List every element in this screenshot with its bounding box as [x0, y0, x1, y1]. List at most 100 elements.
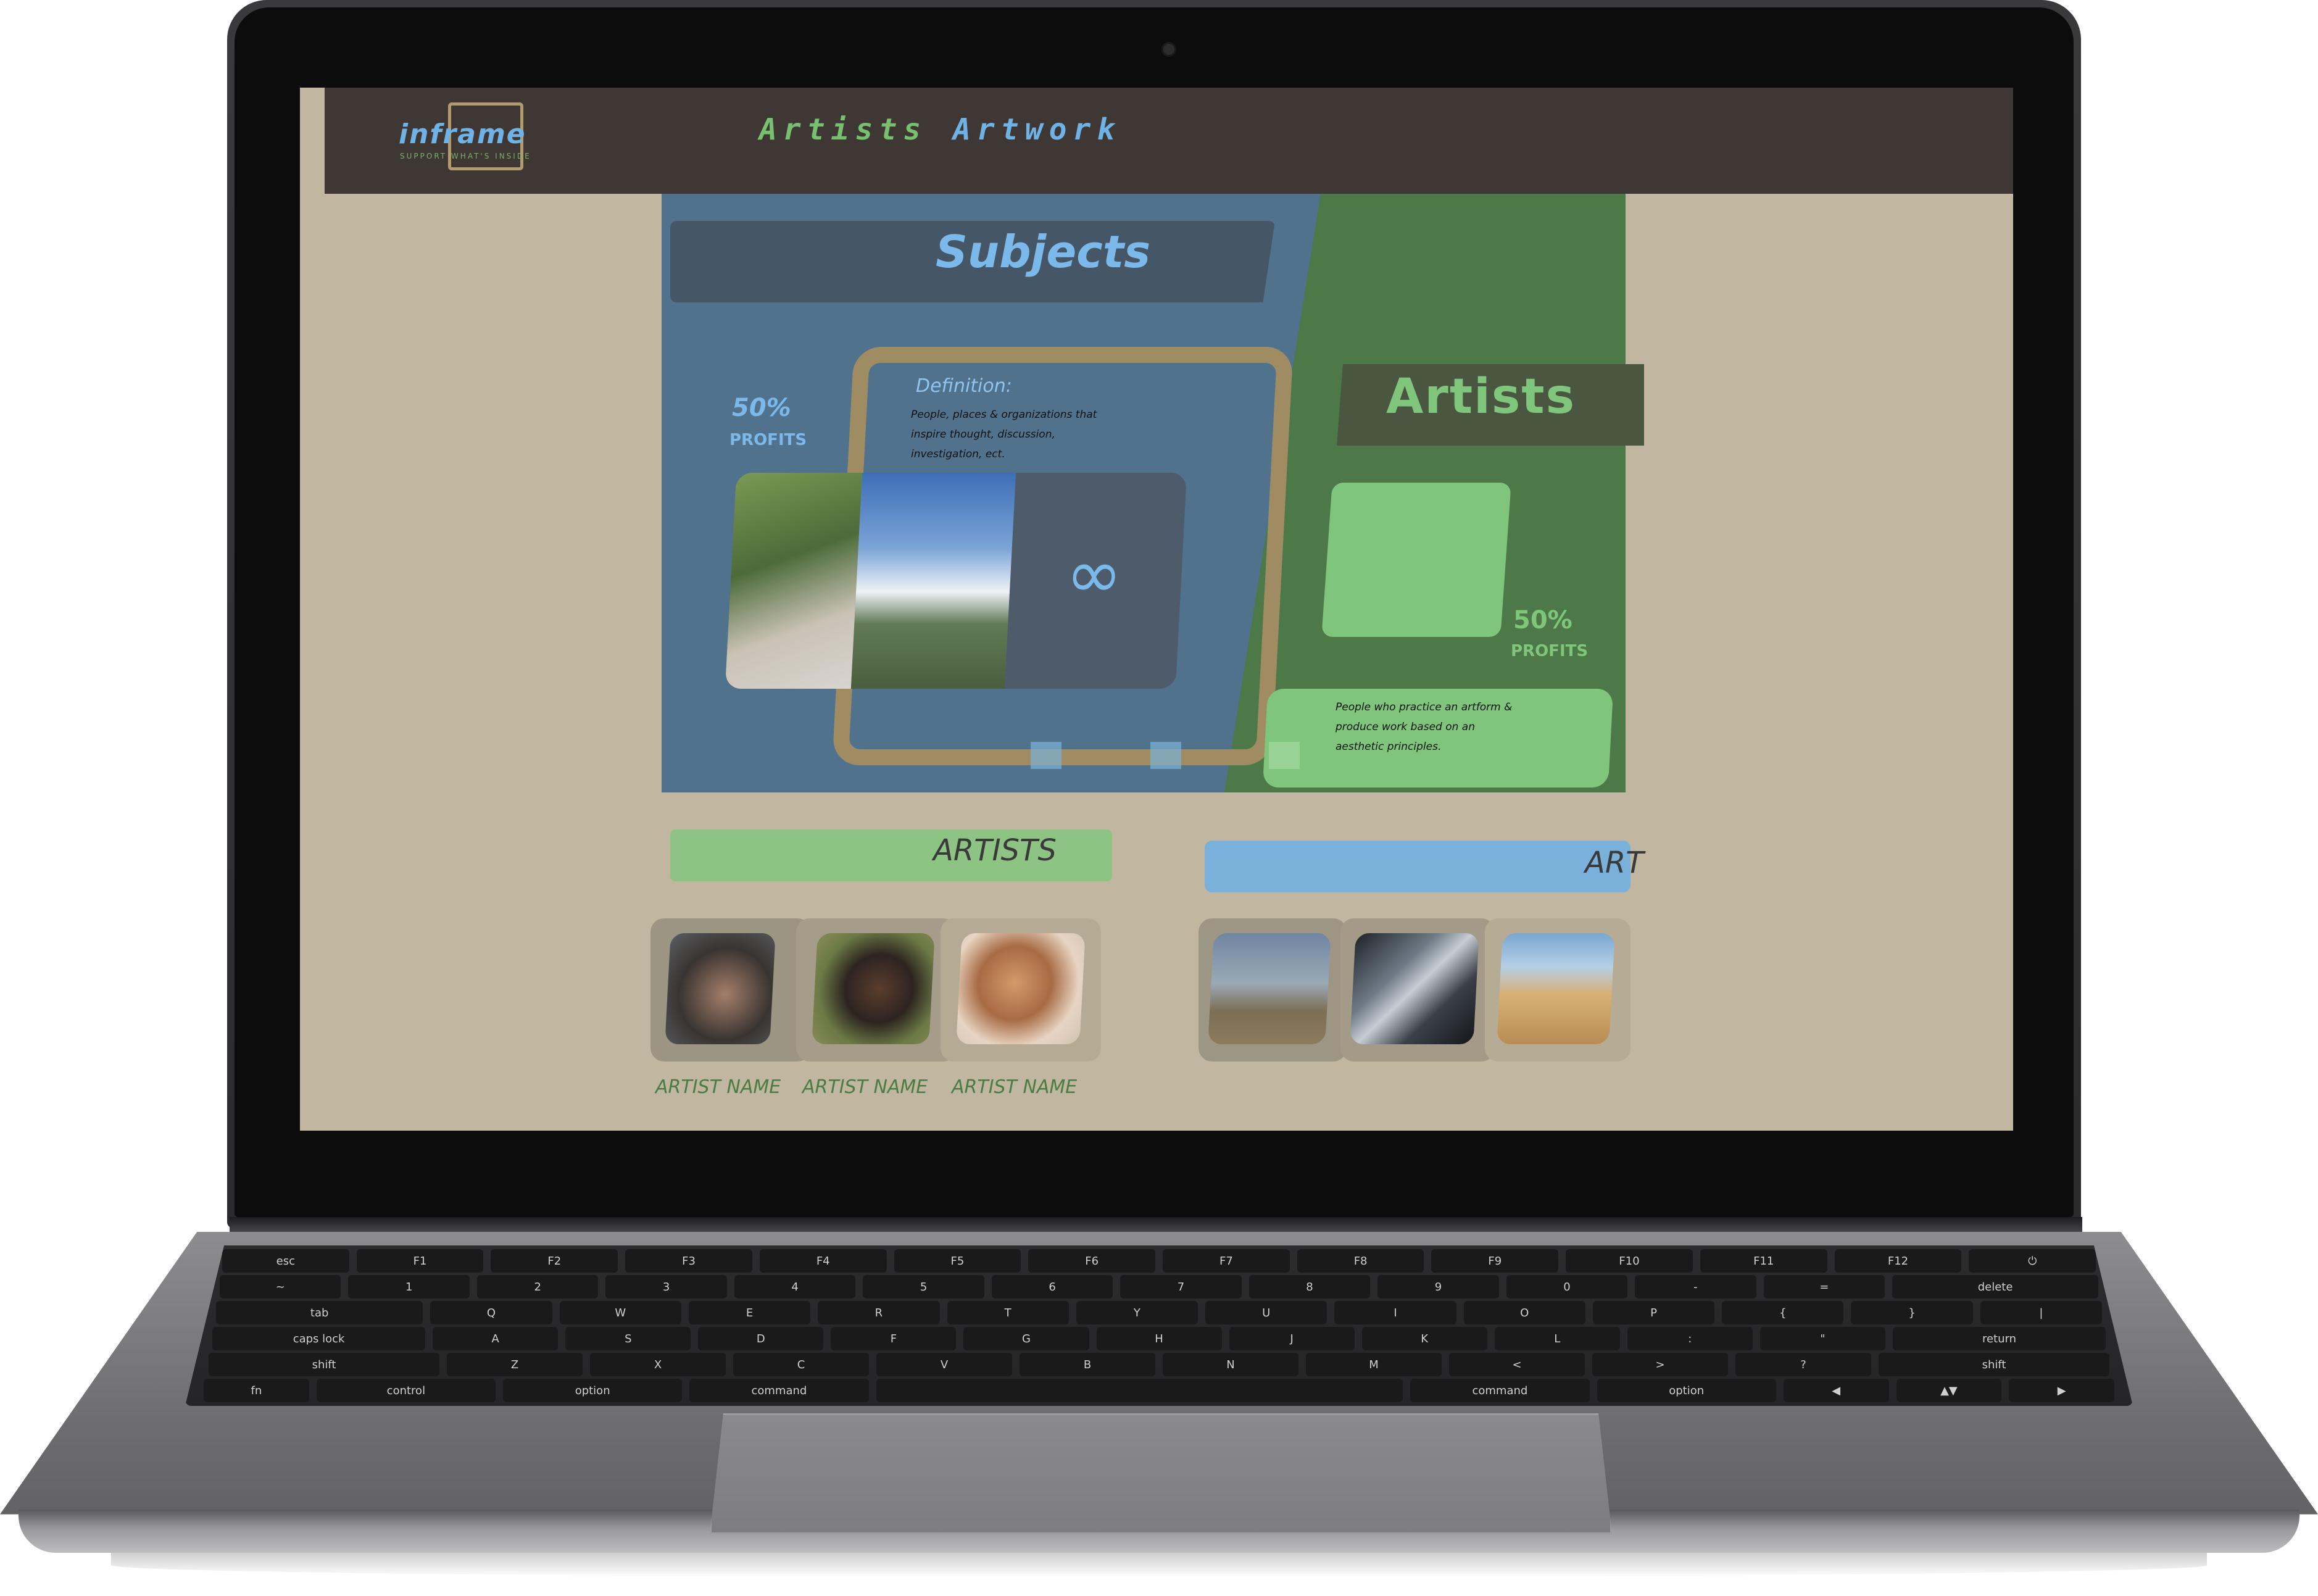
- keyboard-key[interactable]: Z: [447, 1353, 583, 1376]
- keyboard-key[interactable]: 2: [476, 1275, 599, 1299]
- keyboard-key[interactable]: H: [1096, 1327, 1222, 1350]
- keyboard-key[interactable]: D: [698, 1327, 824, 1350]
- keyboard-key[interactable]: F3: [625, 1249, 752, 1273]
- artist-name-3[interactable]: ARTIST NAME: [952, 1076, 1077, 1098]
- keyboard-key[interactable]: {: [1722, 1301, 1844, 1324]
- artist-name-1[interactable]: ARTIST NAME: [655, 1076, 781, 1098]
- keyboard-key[interactable]: ?: [1735, 1353, 1871, 1376]
- keyboard-key[interactable]: P: [1592, 1301, 1715, 1324]
- keyboard-key[interactable]: V: [876, 1353, 1012, 1376]
- keyboard-key[interactable]: F10: [1566, 1249, 1693, 1273]
- keyboard-key[interactable]: 3: [605, 1275, 727, 1299]
- keyboard-key[interactable]: F4: [759, 1249, 887, 1273]
- keyboard-key[interactable]: command: [689, 1379, 869, 1402]
- keyboard-key[interactable]: ": [1759, 1327, 1885, 1350]
- keyboard-key[interactable]: 4: [734, 1275, 856, 1299]
- keyboard-key[interactable]: N: [1163, 1353, 1298, 1376]
- keyboard-key[interactable]: 8: [1248, 1275, 1371, 1299]
- keyboard-key[interactable]: F11: [1700, 1249, 1827, 1273]
- artists-card[interactable]: [1321, 483, 1511, 637]
- keyboard-key[interactable]: ▲▼: [1896, 1379, 2002, 1402]
- keyboard-key[interactable]: K: [1361, 1327, 1487, 1350]
- keyboard-key[interactable]: M: [1306, 1353, 1442, 1376]
- keyboard-key[interactable]: control: [316, 1379, 496, 1402]
- keyboard-key[interactable]: 6: [991, 1275, 1113, 1299]
- artist-thumb-3[interactable]: [941, 918, 1101, 1062]
- artist-thumb-1[interactable]: [650, 918, 811, 1062]
- keyboard-key[interactable]: ~: [220, 1275, 341, 1299]
- keyboard-key[interactable]: A: [433, 1327, 559, 1350]
- artists-title: Artists: [1386, 369, 1576, 425]
- keyboard-key[interactable]: T: [947, 1301, 1069, 1324]
- keyboard-key[interactable]: fn: [204, 1379, 309, 1402]
- keyboard-key[interactable]: C: [733, 1353, 869, 1376]
- keyboard-key[interactable]: W: [559, 1301, 681, 1324]
- keyboard-key[interactable]: F8: [1297, 1249, 1424, 1273]
- keyboard-key[interactable]: F5: [894, 1249, 1021, 1273]
- keyboard-key[interactable]: =: [1763, 1275, 1885, 1299]
- keyboard-key[interactable]: L: [1494, 1327, 1620, 1350]
- keyboard-key[interactable]: F9: [1431, 1249, 1559, 1273]
- keyboard-key[interactable]: O: [1463, 1301, 1585, 1324]
- keyboard-key[interactable]: <: [1449, 1353, 1585, 1376]
- keyboard-key[interactable]: 9: [1377, 1275, 1499, 1299]
- keyboard-key[interactable]: E: [688, 1301, 811, 1324]
- keyboard-key[interactable]: ⏻: [1969, 1249, 2096, 1273]
- slider-dot-3[interactable]: [1269, 742, 1300, 769]
- keyboard-key[interactable]: >: [1592, 1353, 1728, 1376]
- keyboard-key[interactable]: |: [1980, 1301, 2103, 1324]
- keyboard-key[interactable]: tab: [216, 1301, 423, 1324]
- keyboard-key[interactable]: F6: [1028, 1249, 1156, 1273]
- keyboard-key[interactable]: U: [1205, 1301, 1327, 1324]
- keyboard-key[interactable]: [876, 1379, 1403, 1402]
- keyboard-key[interactable]: :: [1627, 1327, 1753, 1350]
- keyboard-key[interactable]: caps lock: [212, 1327, 426, 1350]
- keyboard-key[interactable]: esc: [222, 1249, 349, 1273]
- trackpad[interactable]: [710, 1413, 1612, 1534]
- keyboard-key[interactable]: F7: [1163, 1249, 1290, 1273]
- keyboard-key[interactable]: F: [831, 1327, 957, 1350]
- keyboard-key[interactable]: F2: [491, 1249, 618, 1273]
- keyboard-key[interactable]: Y: [1076, 1301, 1198, 1324]
- nav-link-artists[interactable]: Artists: [759, 112, 927, 147]
- keyboard-key[interactable]: 5: [863, 1275, 984, 1299]
- keyboard-key[interactable]: I: [1334, 1301, 1456, 1324]
- keyboard-key[interactable]: Q: [430, 1301, 552, 1324]
- keyboard-key[interactable]: F1: [356, 1249, 484, 1273]
- keyboard-key[interactable]: 7: [1120, 1275, 1242, 1299]
- keyboard-key[interactable]: shift: [1879, 1353, 2109, 1376]
- keyboard-row-home: caps lock A S D F G H J K L: " return: [185, 1327, 2133, 1350]
- keyboard-key[interactable]: }: [1851, 1301, 1973, 1324]
- keyboard-key[interactable]: S: [565, 1327, 691, 1350]
- keyboard-key[interactable]: B: [1020, 1353, 1155, 1376]
- keyboard-key[interactable]: return: [1892, 1327, 2106, 1350]
- brand-logo[interactable]: inframe: [399, 118, 526, 150]
- artist-name-2[interactable]: ARTIST NAME: [802, 1076, 928, 1098]
- subjects-photo-strip[interactable]: ∞: [725, 473, 1187, 689]
- art-thumb-2[interactable]: [1340, 918, 1495, 1062]
- artist-thumb-2[interactable]: [796, 918, 957, 1062]
- keyboard-key[interactable]: ▶: [2009, 1379, 2115, 1402]
- keyboard-key[interactable]: option: [503, 1379, 683, 1402]
- keyboard-key[interactable]: 1: [348, 1275, 470, 1299]
- keyboard-row-function: esc F1 F2 F3 F4 F5 F6 F7 F8 F9 F10 F11 F12 ⏻: [185, 1249, 2133, 1273]
- keyboard-key[interactable]: R: [818, 1301, 940, 1324]
- keyboard-key[interactable]: G: [963, 1327, 1089, 1350]
- laptop-hinge: [230, 1217, 2082, 1233]
- keyboard-key[interactable]: option: [1597, 1379, 1776, 1402]
- keyboard-key[interactable]: F12: [1834, 1249, 1962, 1273]
- keyboard-key[interactable]: -: [1635, 1275, 1756, 1299]
- keyboard-key[interactable]: 0: [1506, 1275, 1628, 1299]
- art-thumb-3[interactable]: [1485, 918, 1630, 1062]
- slider-dot-2[interactable]: [1150, 742, 1181, 769]
- keyboard-key[interactable]: command: [1410, 1379, 1590, 1402]
- webcam-icon: [1161, 42, 1176, 57]
- slider-dot-1[interactable]: [1031, 742, 1061, 769]
- keyboard-key[interactable]: J: [1229, 1327, 1355, 1350]
- art-thumb-1[interactable]: [1198, 918, 1347, 1062]
- keyboard-key[interactable]: delete: [1892, 1275, 2099, 1299]
- nav-link-artwork[interactable]: Artwork: [953, 112, 1121, 147]
- keyboard-key[interactable]: ◀: [1783, 1379, 1889, 1402]
- keyboard-key[interactable]: X: [590, 1353, 726, 1376]
- keyboard-key[interactable]: shift: [209, 1353, 439, 1376]
